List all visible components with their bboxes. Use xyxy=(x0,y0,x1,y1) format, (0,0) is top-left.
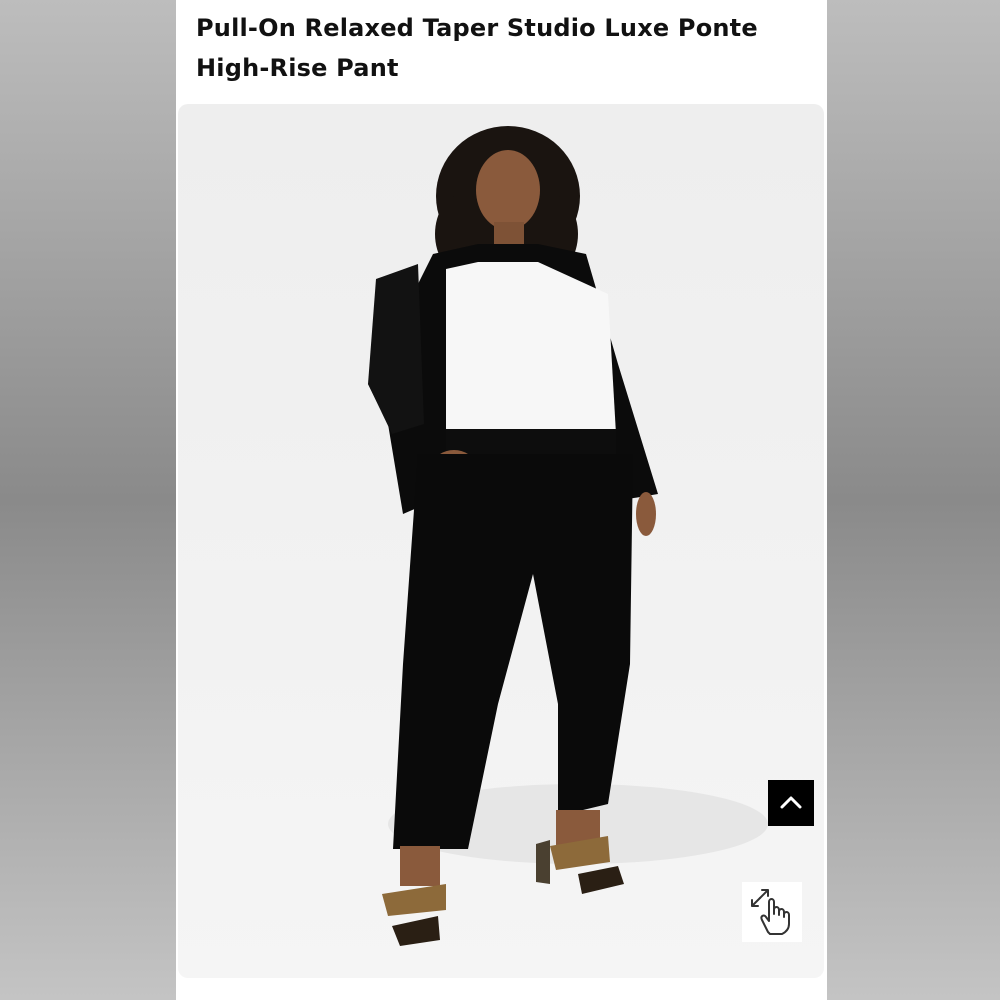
zoom-hint-button[interactable] xyxy=(742,882,802,942)
right-backdrop xyxy=(827,0,1000,1000)
product-page: Pull-On Relaxed Taper Studio Luxe Ponte … xyxy=(176,0,827,1000)
product-title-line-1: Pull-On Relaxed Taper Studio Luxe Ponte xyxy=(196,14,758,42)
product-image[interactable] xyxy=(178,104,824,978)
chevron-up-icon xyxy=(780,796,802,809)
left-backdrop xyxy=(0,0,176,1000)
pinch-zoom-hand-icon xyxy=(751,889,790,935)
product-title: Pull-On Relaxed Taper Studio Luxe Ponte … xyxy=(196,8,796,88)
model-wearing-pants-illustration xyxy=(368,126,768,946)
back-to-top-button[interactable] xyxy=(768,780,814,826)
product-title-line-2: High-Rise Pant xyxy=(196,54,399,82)
